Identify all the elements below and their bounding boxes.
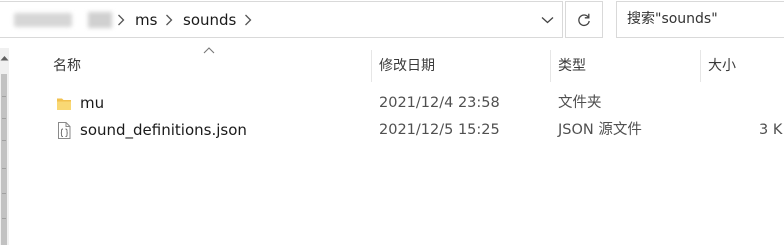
chevron-right-icon[interactable]	[114, 8, 128, 32]
column-header-name[interactable]: 名称	[53, 50, 81, 82]
json-file-icon	[58, 122, 71, 139]
redacted-path-segment	[14, 13, 72, 27]
column-header-type[interactable]: 类型	[558, 50, 586, 82]
scrollbar-mark	[2, 118, 6, 119]
column-header-size[interactable]: 大小	[708, 50, 736, 82]
redacted-path-segment	[88, 12, 112, 28]
breadcrumb-ms[interactable]: ms	[135, 2, 157, 39]
chevron-down-icon	[541, 17, 553, 24]
file-type: JSON 源文件	[558, 122, 642, 138]
column-divider[interactable]	[550, 50, 551, 82]
column-header-row: 名称 修改日期 类型 大小	[9, 50, 784, 82]
chevron-right-icon[interactable]	[241, 8, 255, 32]
breadcrumb-sounds[interactable]: sounds	[183, 2, 236, 39]
column-header-modified[interactable]: 修改日期	[379, 50, 435, 82]
address-bar[interactable]: ms sounds	[0, 1, 563, 38]
scrollbar-thumb[interactable]	[1, 74, 7, 245]
scrollbar-mark	[2, 168, 6, 169]
chevron-right-icon[interactable]	[162, 8, 176, 32]
file-type: 文件夹	[558, 95, 602, 111]
scrollbar-mark	[2, 96, 6, 97]
refresh-button[interactable]	[565, 1, 603, 38]
file-size: 3 K	[759, 122, 783, 138]
scrollbar-mark	[2, 193, 6, 194]
file-row[interactable]: sound_definitions.json 2021/12/5 15:25 J…	[9, 117, 784, 144]
folder-icon	[57, 98, 71, 110]
address-history-dropdown[interactable]	[535, 8, 559, 32]
scrollbar-mark	[2, 218, 6, 219]
scroll-up-arrow[interactable]	[0, 48, 9, 68]
file-row[interactable]: mu 2021/12/4 23:58 文件夹	[9, 90, 784, 117]
file-modified: 2021/12/5 15:25	[379, 122, 500, 138]
file-modified: 2021/12/4 23:58	[379, 95, 500, 111]
search-input[interactable]: 搜索"sounds"	[616, 1, 784, 38]
column-divider[interactable]	[700, 50, 701, 82]
column-divider[interactable]	[371, 50, 372, 82]
scrollbar-mark	[2, 140, 6, 141]
caret-up-icon	[0, 56, 9, 61]
file-name: sound_definitions.json	[80, 121, 247, 139]
file-name: mu	[80, 94, 105, 112]
refresh-icon	[578, 13, 590, 26]
toolbar: ms sounds 搜索"sounds"	[0, 0, 784, 40]
